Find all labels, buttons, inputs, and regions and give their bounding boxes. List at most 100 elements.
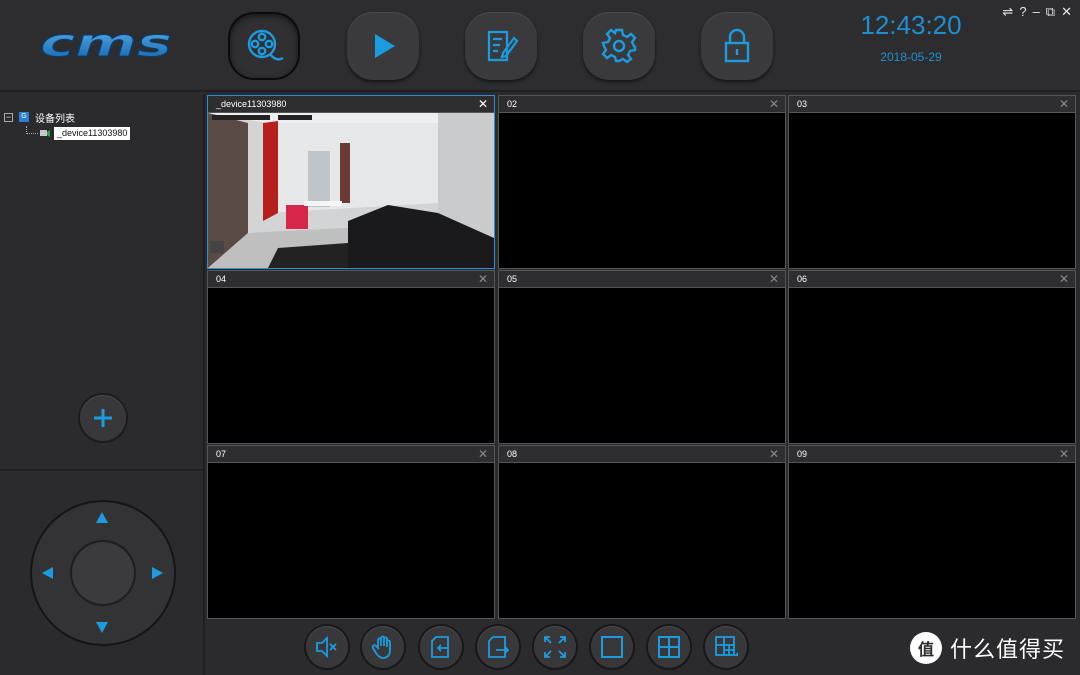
cms-window: cms 12:43:20 2018-05-29 ⇌ ? – ⧉ ✕ − G 设备… (0, 0, 1080, 675)
close-icon[interactable]: ✕ (478, 273, 488, 285)
empty-feed (499, 113, 785, 268)
mute-button[interactable] (306, 626, 348, 668)
plus-icon (94, 409, 112, 427)
help-button[interactable]: ? (1019, 4, 1026, 20)
empty-feed (499, 288, 785, 443)
video-cell-header: 05 ✕ (499, 271, 785, 288)
ptz-control (32, 502, 174, 644)
empty-feed (208, 288, 494, 443)
ptz-up-icon[interactable] (96, 512, 108, 523)
export-button[interactable] (477, 626, 519, 668)
video-cell-header: _device11303980 ✕ (208, 96, 494, 113)
cms-logo: cms (40, 26, 173, 66)
collapse-icon[interactable]: − (4, 112, 13, 122)
log-button[interactable] (465, 12, 537, 80)
empty-feed (789, 113, 1075, 268)
minimize-button[interactable]: – (1033, 4, 1040, 20)
fullscreen-button[interactable] (534, 626, 576, 668)
tree-item-device[interactable]: _device11303980 (4, 126, 131, 140)
video-cell-title: 07 (216, 449, 227, 459)
video-grid: _device11303980 ✕ 02 ✕ 03 ✕ 04 ✕ 05 ✕ 06… (206, 94, 1080, 622)
single-view-button[interactable] (591, 626, 633, 668)
close-icon[interactable]: ✕ (769, 448, 779, 460)
video-cell-header: 08 ✕ (499, 446, 785, 463)
close-icon[interactable]: ✕ (769, 273, 779, 285)
video-cell-header: 09 ✕ (789, 446, 1075, 463)
custom-layout-button[interactable] (705, 626, 747, 668)
video-cell-title: 04 (216, 274, 227, 284)
date-display: 2018-05-29 (880, 50, 942, 64)
device-tree: − G 设备列表 _device11303980 (4, 110, 131, 140)
group-icon: G (19, 112, 29, 122)
close-button[interactable]: ✕ (1061, 4, 1072, 20)
video-cell[interactable]: 02 ✕ (498, 95, 786, 269)
video-cell[interactable]: _device11303980 ✕ (207, 95, 495, 269)
video-cell[interactable]: 09 ✕ (788, 445, 1076, 619)
sidebar: − G 设备列表 _device11303980 (0, 94, 205, 675)
lock-button[interactable] (701, 12, 773, 80)
video-cell-header: 04 ✕ (208, 271, 494, 288)
svg-text:cms: cms (40, 26, 172, 65)
close-icon[interactable]: ✕ (1059, 98, 1069, 110)
restore-button[interactable]: ⧉ (1046, 4, 1055, 20)
watermark-badge: 值 (910, 632, 942, 664)
video-cell[interactable]: 03 ✕ (788, 95, 1076, 269)
video-cell-title: 06 (797, 274, 808, 284)
edit-document-icon (487, 30, 519, 62)
video-cell[interactable]: 07 ✕ (207, 445, 495, 619)
ptz-left-icon[interactable] (42, 567, 53, 579)
video-cell-title: 03 (797, 99, 808, 109)
export-icon (488, 636, 510, 658)
close-icon[interactable]: ✕ (1059, 273, 1069, 285)
video-cell-header: 03 ✕ (789, 96, 1075, 113)
ptz-hand-button[interactable] (362, 626, 404, 668)
quad-view-button[interactable] (648, 626, 690, 668)
sidebar-divider (0, 469, 205, 471)
ptz-right-icon[interactable] (152, 567, 163, 579)
ptz-down-icon[interactable] (96, 622, 108, 633)
video-feed (208, 113, 494, 268)
video-cell[interactable]: 08 ✕ (498, 445, 786, 619)
camera-icon (40, 129, 50, 137)
quad-view-icon (658, 636, 680, 658)
close-icon[interactable]: ✕ (478, 448, 488, 460)
tree-root[interactable]: − G 设备列表 (4, 110, 130, 125)
video-cell[interactable]: 04 ✕ (207, 270, 495, 444)
empty-feed (499, 463, 785, 618)
window-controls: ⇌ ? – ⧉ ✕ (1002, 4, 1072, 20)
video-cell-title: 05 (507, 274, 518, 284)
fullscreen-icon (544, 636, 566, 658)
top-toolbar: cms 12:43:20 2018-05-29 ⇌ ? – ⧉ ✕ (0, 0, 1080, 92)
clock: 12:43:20 (860, 10, 962, 40)
ptz-center-button[interactable] (72, 542, 134, 604)
settings-button[interactable] (583, 12, 655, 80)
play-icon (375, 34, 395, 58)
import-button[interactable] (420, 626, 462, 668)
video-cell-title: 02 (507, 99, 518, 109)
close-icon[interactable]: ✕ (769, 98, 779, 110)
device-label[interactable]: _device11303980 (54, 126, 131, 140)
custom-layout-icon (715, 636, 738, 656)
watermark: 值 什么值得买 (910, 632, 1065, 664)
network-icon[interactable]: ⇌ (1002, 4, 1013, 20)
video-cell-title: 09 (797, 449, 808, 459)
playback-button[interactable] (347, 12, 419, 80)
mute-icon (316, 635, 337, 659)
live-view-button[interactable] (228, 12, 300, 80)
gear-icon (601, 28, 637, 64)
video-cell-title: 08 (507, 449, 518, 459)
video-cell-header: 06 ✕ (789, 271, 1075, 288)
video-cell-header: 07 ✕ (208, 446, 494, 463)
empty-feed (789, 463, 1075, 618)
video-cell[interactable]: 05 ✕ (498, 270, 786, 444)
close-icon[interactable]: ✕ (478, 98, 488, 110)
import-icon (431, 636, 449, 658)
video-cell[interactable]: 06 ✕ (788, 270, 1076, 444)
close-icon[interactable]: ✕ (1059, 448, 1069, 460)
film-reel-icon (247, 29, 284, 61)
hand-icon (371, 635, 391, 659)
empty-feed (208, 463, 494, 618)
tree-root-label: 设备列表 (35, 113, 75, 125)
add-device-button[interactable] (80, 395, 126, 441)
video-cell-title: _device11303980 (216, 99, 287, 109)
